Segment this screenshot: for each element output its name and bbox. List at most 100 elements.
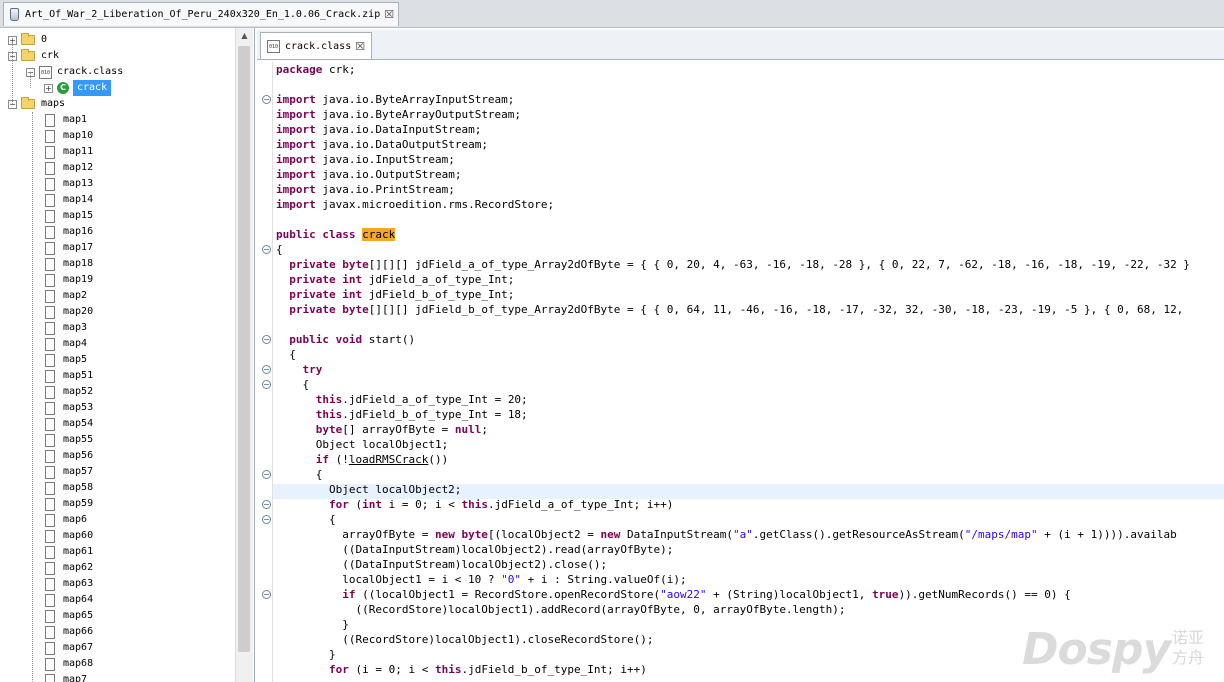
tree-item-file[interactable]: map12 [45, 160, 93, 176]
close-icon[interactable]: ☒ [355, 40, 365, 53]
code-text: Object localObject1; [276, 438, 449, 451]
code-text: )).getNumRecords() == 0) { [898, 588, 1071, 601]
tree-item-file[interactable]: map63 [45, 576, 93, 592]
code-line: localObject1 = i < 10 ? "0" + i : String… [276, 572, 686, 587]
tree-item-file[interactable]: map14 [45, 192, 93, 208]
tree-item-file[interactable]: map16 [45, 224, 93, 240]
keyword: null [454, 423, 482, 436]
code-text: java.io.ByteArrayInputStream; [315, 93, 515, 106]
tree-item-file[interactable]: map13 [45, 176, 93, 192]
code-line: if ((localObject1 = RecordStore.openReco… [276, 587, 1071, 602]
tree-item-file[interactable]: map1 [45, 112, 87, 128]
fold-collapse-icon[interactable]: − [262, 380, 271, 389]
close-icon[interactable]: ☒ [384, 8, 394, 21]
fold-collapse-icon[interactable]: − [262, 245, 271, 254]
tree-item-file[interactable]: map57 [45, 464, 93, 480]
fold-collapse-icon[interactable]: − [262, 95, 271, 104]
code-text: arrayOfByte = [276, 528, 435, 541]
tree-item-file[interactable]: map19 [45, 272, 93, 288]
keyword: import [276, 183, 316, 196]
tree-item-file[interactable]: map53 [45, 400, 93, 416]
fold-collapse-icon[interactable]: − [262, 515, 271, 524]
tab-crack-class[interactable]: 010 crack.class ☒ [260, 32, 372, 59]
file-icon [45, 385, 55, 399]
code-editor[interactable]: package crk; import java.io.ByteArrayInpu… [272, 62, 1224, 682]
scroll-up-icon[interactable]: ▲ [236, 28, 253, 44]
tree-item-file[interactable]: map10 [45, 128, 93, 144]
tree-item-file[interactable]: map62 [45, 560, 93, 576]
tree-item-file[interactable]: map2 [45, 288, 87, 304]
tree-item-class[interactable]: + Ccrack [44, 80, 112, 96]
tree-item-file[interactable]: map7 [45, 672, 87, 682]
tree-item-file[interactable]: map3 [45, 320, 87, 336]
tree-item-label: map64 [63, 594, 94, 605]
code-line: byte[] arrayOfByte = null; [276, 422, 488, 437]
code-line: if (!loadRMSCrack()) [276, 452, 448, 467]
code-text: jdField_b_of_type_Int; [362, 288, 515, 301]
file-icon [45, 401, 55, 415]
tree-item-file[interactable]: map60 [45, 528, 93, 544]
fold-collapse-icon[interactable]: − [262, 500, 271, 509]
tree-item-label: map5 [63, 354, 88, 365]
method-link[interactable]: loadRMSCrack [349, 453, 428, 466]
file-icon [45, 193, 55, 207]
editor-tab-bar: 010 crack.class ☒ [257, 30, 1224, 60]
code-line: public void start() [276, 332, 415, 347]
tree-scrollbar[interactable]: ▲ [235, 28, 253, 682]
file-icon [45, 417, 55, 431]
tree-item-file[interactable]: map65 [45, 608, 93, 624]
tree-item-file[interactable]: map59 [45, 496, 93, 512]
tree-item-file[interactable]: map61 [45, 544, 93, 560]
tree-item-file[interactable]: map67 [45, 640, 93, 656]
tree-item-file[interactable]: map20 [45, 304, 93, 320]
code-text: ((RecordStore)localObject1).closeRecordS… [276, 633, 654, 646]
tree-item-file[interactable]: map15 [45, 208, 93, 224]
code-line: import java.io.PrintStream; [276, 182, 455, 197]
tree-item-folder[interactable]: − maps [8, 96, 65, 112]
keyword: this [315, 408, 343, 421]
file-icon [45, 465, 55, 479]
code-line: private int jdField_b_of_type_Int; [276, 287, 514, 302]
keyword: import [276, 93, 316, 106]
tree-item-file[interactable]: map55 [45, 432, 93, 448]
fold-collapse-icon[interactable]: − [262, 365, 271, 374]
code-line: import java.io.DataOutputStream; [276, 137, 488, 152]
tree-item-class-file[interactable]: −010 crack.class [26, 64, 123, 80]
file-icon [45, 177, 55, 191]
code-line: { [276, 377, 309, 392]
tree-item-file[interactable]: map68 [45, 656, 93, 672]
archive-tab[interactable]: Art_Of_War_2_Liberation_Of_Peru_240x320_… [3, 2, 399, 26]
keyword: try [302, 363, 323, 376]
fold-collapse-icon[interactable]: − [262, 470, 271, 479]
fold-collapse-icon[interactable]: − [262, 590, 271, 599]
code-text: + (String)localObject1, [706, 588, 873, 601]
tree-item-folder[interactable]: +0 [8, 32, 47, 48]
tree-item-label: map63 [63, 578, 94, 589]
keyword: public class [276, 228, 363, 241]
tree-item-label: map65 [63, 610, 94, 621]
tree-item-label: map57 [63, 466, 94, 477]
tree-item-file[interactable]: map66 [45, 624, 93, 640]
tree-item-file[interactable]: map17 [45, 240, 93, 256]
tree-item-file[interactable]: map58 [45, 480, 93, 496]
tree-item-file[interactable]: map54 [45, 416, 93, 432]
tree-item-folder[interactable]: − crk [8, 48, 59, 64]
folder-open-icon [21, 49, 35, 61]
tree-item-file[interactable]: map5 [45, 352, 87, 368]
tree-item-file[interactable]: map51 [45, 368, 93, 384]
expand-icon[interactable]: + [44, 83, 53, 93]
tree-item-file[interactable]: map56 [45, 448, 93, 464]
fold-collapse-icon[interactable]: − [262, 335, 271, 344]
tree-item-label: map20 [63, 306, 94, 317]
tree-item-file[interactable]: map6 [45, 512, 87, 528]
code-text: (i = 0; i < [348, 663, 435, 676]
code-line: Object localObject2; [276, 482, 461, 497]
tree-item-file[interactable]: map4 [45, 336, 87, 352]
scrollbar-thumb[interactable] [238, 46, 250, 652]
tree-item-file[interactable]: map52 [45, 384, 93, 400]
tree-item-file[interactable]: map64 [45, 592, 93, 608]
tree-item-file[interactable]: map11 [45, 144, 93, 160]
tree-item-file[interactable]: map18 [45, 256, 93, 272]
